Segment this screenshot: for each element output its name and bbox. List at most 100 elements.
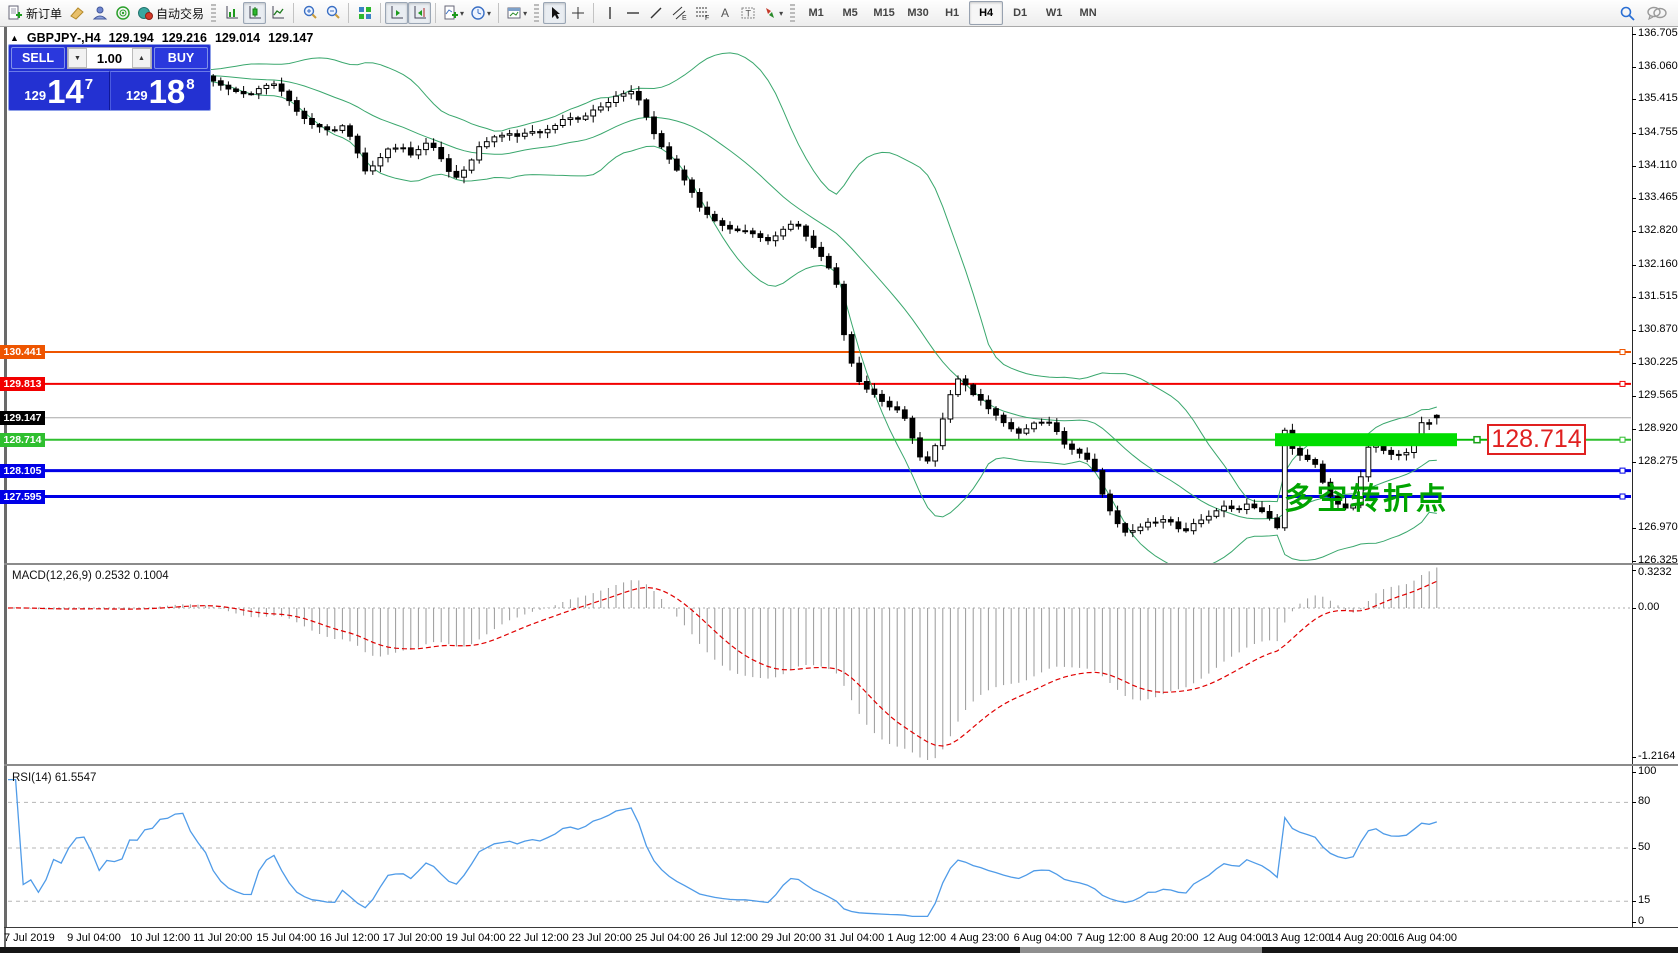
- volume-increase-button[interactable]: ▲: [132, 48, 151, 68]
- rsi-value: 61.5547: [55, 772, 97, 784]
- fibonacci-button[interactable]: F: [690, 2, 713, 24]
- buy-price-big: 18: [149, 77, 186, 107]
- tf-m30-button[interactable]: M30: [901, 1, 935, 25]
- profile-icon: [92, 5, 108, 21]
- cursor-button[interactable]: [543, 2, 566, 24]
- tile-windows-icon: [357, 5, 373, 21]
- tf-m5-button[interactable]: M5: [833, 1, 867, 25]
- symbol-title: GBPJPY-,H4: [27, 31, 101, 45]
- price-annotation-box[interactable]: 128.714: [1487, 424, 1586, 455]
- ohlc-open: 129.194: [109, 31, 154, 45]
- arrows-button[interactable]: ▾: [759, 2, 786, 24]
- sell-price[interactable]: 129 14 7: [9, 71, 110, 110]
- zoom-in-button[interactable]: [298, 2, 321, 24]
- text-label-button[interactable]: T: [736, 2, 759, 24]
- buy-price[interactable]: 129 18 8: [110, 71, 211, 110]
- toolbar-drag-handle[interactable]: [211, 4, 216, 22]
- auto-scroll-button[interactable]: [385, 2, 408, 24]
- sell-button[interactable]: SELL: [11, 47, 65, 69]
- chart-shift-button[interactable]: [408, 2, 431, 24]
- auto-trading-icon: [137, 5, 153, 21]
- chat-icon[interactable]: [1646, 5, 1668, 21]
- auto-trading-button[interactable]: 自动交易: [134, 2, 207, 24]
- signals-icon: [115, 5, 131, 21]
- tile-windows-button[interactable]: [353, 2, 376, 24]
- ohlc-close: 129.147: [268, 31, 313, 45]
- channel-button[interactable]: E: [667, 2, 690, 24]
- chart-shift-icon: [412, 5, 428, 21]
- templates-button[interactable]: ▾: [503, 2, 530, 24]
- tf-h1-button[interactable]: H1: [935, 1, 969, 25]
- horizontal-scrollbar[interactable]: [0, 947, 1678, 953]
- tf-m1-button[interactable]: M1: [799, 1, 833, 25]
- time-axis[interactable]: [6, 928, 1678, 947]
- auto-scroll-icon: [389, 5, 405, 21]
- svg-text:F: F: [705, 15, 709, 21]
- buy-price-prefix: 129: [126, 88, 148, 103]
- trendline-icon: [648, 5, 664, 21]
- price-list-button[interactable]: [65, 2, 88, 24]
- ohlc-high: 129.216: [162, 31, 207, 45]
- fibonacci-icon: F: [694, 5, 710, 21]
- indicators-button[interactable]: ▾: [440, 2, 467, 24]
- price-list-icon: [69, 5, 85, 21]
- periods-caret-icon: ▾: [487, 9, 491, 18]
- tf-w1-button[interactable]: W1: [1037, 1, 1071, 25]
- templates-icon: [506, 5, 522, 21]
- volume-decrease-button[interactable]: ▼: [68, 48, 87, 68]
- line-chart-button[interactable]: [266, 2, 289, 24]
- text-button[interactable]: A: [713, 2, 736, 24]
- signals-button[interactable]: [111, 2, 134, 24]
- crosshair-button[interactable]: [566, 2, 589, 24]
- triangle-up-icon: ▲: [138, 55, 145, 62]
- indicators-caret-icon: ▾: [460, 9, 464, 18]
- tf-mn-button[interactable]: MN: [1071, 1, 1105, 25]
- pane-separator-macd[interactable]: [4, 563, 1678, 565]
- pane-separator-rsi[interactable]: [4, 764, 1678, 766]
- tf-m15-button[interactable]: M15: [867, 1, 901, 25]
- symbol-header: ▲ GBPJPY-,H4 129.194 129.216 129.014 129…: [10, 31, 313, 45]
- rsi-label: RSI(14) 61.5547: [12, 772, 96, 784]
- ohlc-low: 129.014: [215, 31, 260, 45]
- candlestick-chart-button[interactable]: [243, 2, 266, 24]
- sell-price-sup: 7: [85, 76, 93, 93]
- zoom-in-icon: [302, 5, 318, 21]
- window-left-border: [4, 27, 7, 953]
- triangle-down-icon: ▼: [74, 55, 81, 62]
- buy-button[interactable]: BUY: [154, 47, 208, 69]
- line-chart-icon: [270, 5, 286, 21]
- mt4-window: 新订单 自动交易: [0, 0, 1678, 953]
- vertical-line-button[interactable]: [598, 2, 621, 24]
- tf-d1-button[interactable]: D1: [1003, 1, 1037, 25]
- cn-annotation-text[interactable]: 多空转折点: [1284, 474, 1449, 518]
- search-icon[interactable]: [1619, 5, 1636, 22]
- toolbar-drag-handle[interactable]: [534, 4, 539, 22]
- new-order-button[interactable]: 新订单: [4, 2, 65, 24]
- zoom-out-button[interactable]: [321, 2, 344, 24]
- auto-trading-label: 自动交易: [156, 5, 204, 22]
- vertical-line-icon: [602, 5, 618, 21]
- macd-pane[interactable]: [8, 566, 1632, 762]
- one-click-trading-panel: SELL ▼ 1.00 ▲ BUY 129 14 7 129 18 8: [8, 44, 211, 111]
- channel-icon: E: [671, 5, 687, 21]
- price-scale-column[interactable]: [1632, 27, 1678, 947]
- svg-text:E: E: [682, 15, 687, 21]
- profile-button[interactable]: [88, 2, 111, 24]
- h-scrollbar-thumb[interactable]: [1020, 947, 1262, 953]
- periods-button[interactable]: ▾: [467, 2, 494, 24]
- bar-chart-button[interactable]: [220, 2, 243, 24]
- macd-signal-value: 0.1004: [133, 570, 168, 582]
- sell-price-big: 14: [47, 77, 84, 107]
- collapse-icon[interactable]: ▲: [10, 33, 19, 43]
- rsi-pane[interactable]: [8, 768, 1632, 926]
- volume-value[interactable]: 1.00: [87, 48, 132, 68]
- indicators-icon: [443, 5, 459, 21]
- toolbar-drag-handle[interactable]: [790, 4, 795, 22]
- sell-price-prefix: 129: [24, 88, 46, 103]
- tf-h4-button[interactable]: H4: [969, 1, 1003, 25]
- trendline-button[interactable]: [644, 2, 667, 24]
- horizontal-line-button[interactable]: [621, 2, 644, 24]
- new-order-icon: [7, 5, 23, 21]
- main-toolbar: 新订单 自动交易: [0, 0, 1678, 27]
- buy-price-sup: 8: [186, 76, 194, 93]
